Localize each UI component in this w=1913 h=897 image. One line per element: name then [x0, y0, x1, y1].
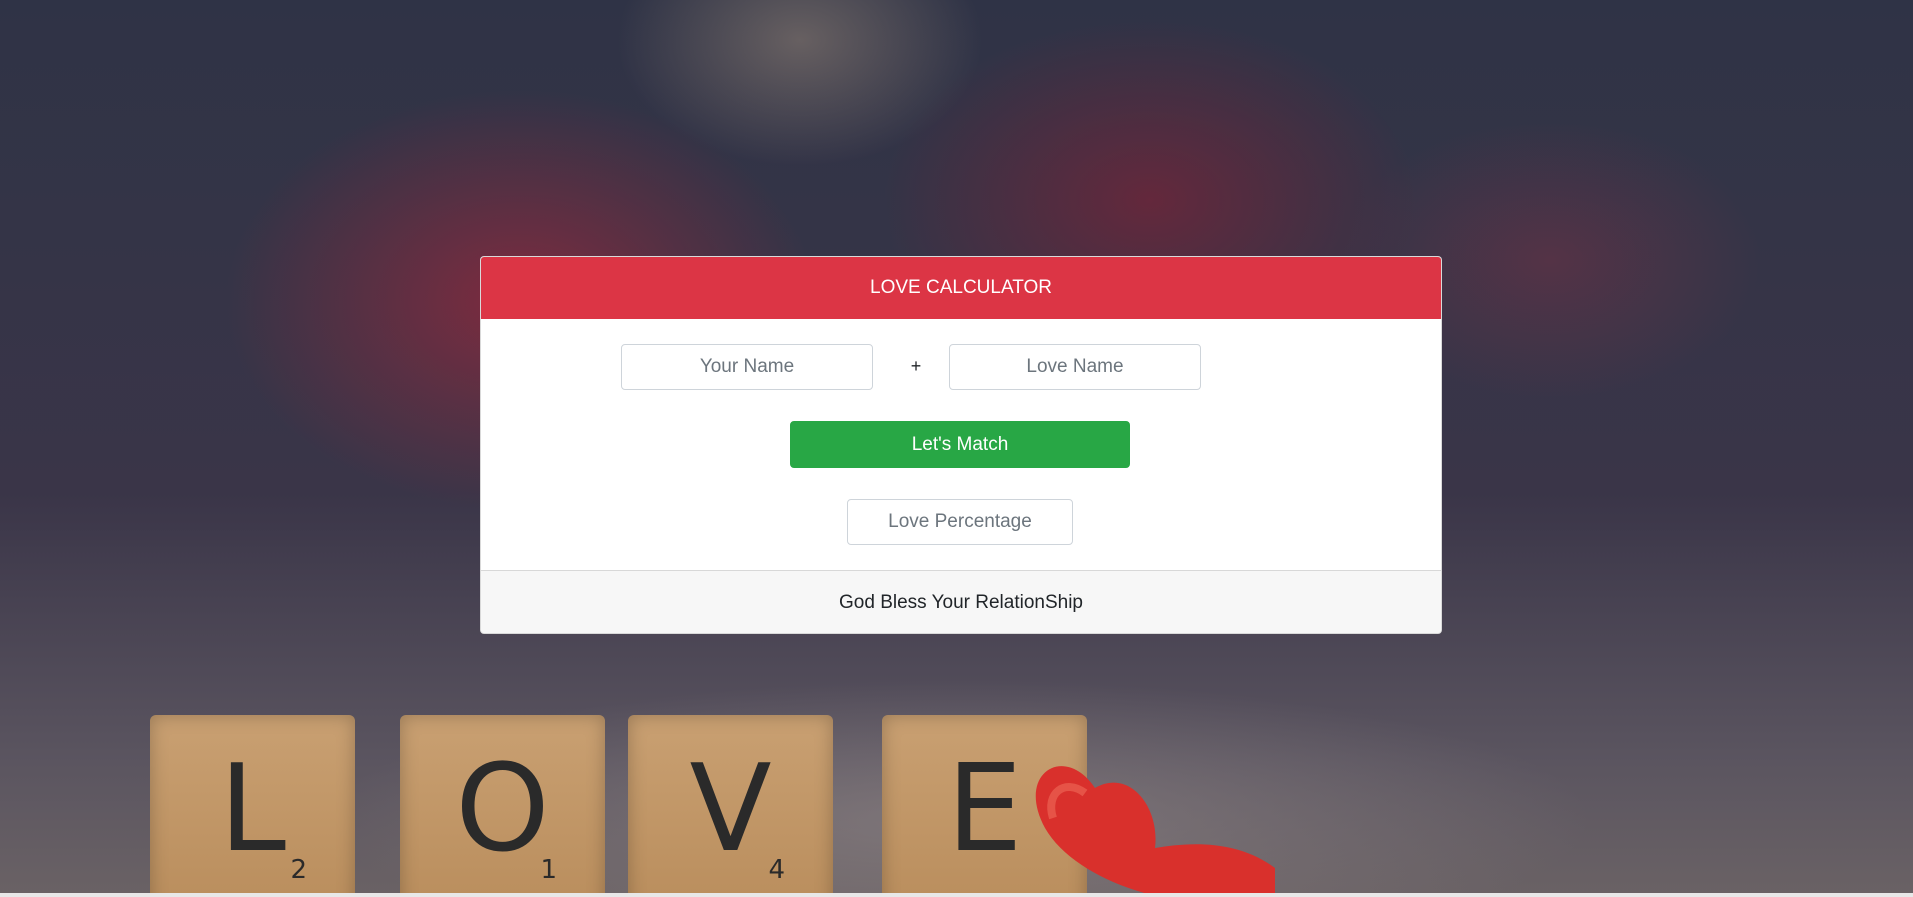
card-footer: God Bless Your RelationShip: [481, 570, 1441, 633]
bottom-strip: [0, 893, 1913, 897]
lets-match-button[interactable]: Let's Match: [790, 421, 1130, 468]
tile-number: 4: [768, 855, 785, 885]
tile-letter: L: [219, 740, 286, 879]
scrabble-tile-l: L 2: [150, 715, 355, 897]
name-inputs-row: +: [481, 344, 1441, 392]
love-percentage-field[interactable]: [847, 499, 1073, 545]
tile-letter: V: [689, 740, 772, 879]
love-calculator-card: LOVE CALCULATOR + Let's Match God Bless …: [480, 256, 1442, 634]
scrabble-tile-o: O 1: [400, 715, 605, 897]
your-name-input[interactable]: [621, 344, 873, 390]
footer-message: God Bless Your RelationShip: [839, 591, 1083, 613]
plus-sign: +: [910, 356, 922, 376]
card-title: LOVE CALCULATOR: [870, 277, 1052, 298]
heart-icon: [1035, 766, 1275, 897]
card-header: LOVE CALCULATOR: [481, 257, 1441, 319]
tile-number: 2: [290, 855, 307, 885]
tile-number: 1: [540, 855, 557, 885]
scrabble-tile-v: V 4: [628, 715, 833, 897]
love-name-input[interactable]: [949, 344, 1201, 390]
tile-letter: O: [455, 740, 550, 879]
